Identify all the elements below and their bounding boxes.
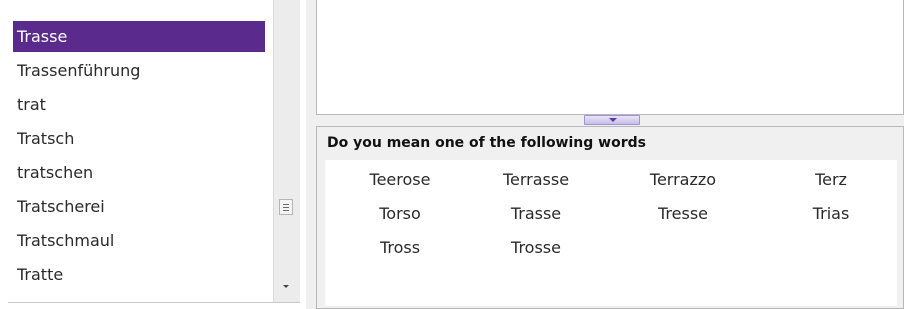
definition-pane: [316, 0, 904, 115]
word-list-item[interactable]: Tratte: [13, 259, 265, 290]
splitter-collapse-arrow-icon: [609, 118, 617, 122]
suggestion-word[interactable]: Teerose: [335, 167, 465, 193]
word-list-item[interactable]: Trasse: [13, 21, 265, 52]
word-list[interactable]: Trasse Trassenführung trat Tratsch trats…: [8, 0, 269, 302]
word-list-scrollbar[interactable]: [273, 0, 300, 302]
suggestion-grid: Teerose Terrasse Terrazzo Terz Torso Tra…: [325, 160, 897, 306]
suggestion-word[interactable]: Trasse: [471, 201, 601, 227]
suggestion-word[interactable]: Trosse: [471, 235, 601, 261]
word-list-item[interactable]: Trassenführung: [13, 55, 265, 86]
suggestion-word[interactable]: Tresse: [618, 201, 748, 227]
suggestion-word[interactable]: Terz: [766, 167, 896, 193]
word-list-item[interactable]: tratschen: [13, 157, 265, 188]
word-list-item[interactable]: trat: [13, 89, 265, 120]
suggestion-word[interactable]: Terrasse: [471, 167, 601, 193]
suggestion-word[interactable]: Terrazzo: [618, 167, 748, 193]
suggestion-panel: Do you mean one of the following words T…: [316, 126, 904, 309]
splitter-toggle-button[interactable]: [584, 115, 640, 125]
suggestion-title: Do you mean one of the following words: [327, 135, 646, 151]
suggestion-word[interactable]: Trias: [766, 201, 896, 227]
word-list-item[interactable]: Tratschmaul: [13, 225, 265, 256]
word-list-item[interactable]: Tratscherei: [13, 191, 265, 222]
word-list-divider: [8, 302, 300, 303]
scroll-down-arrow-icon[interactable]: [283, 285, 289, 288]
suggestion-word[interactable]: Tross: [335, 235, 465, 261]
word-list-item[interactable]: Tratsch: [13, 123, 265, 154]
scrollbar-grip-icon[interactable]: [279, 199, 293, 215]
suggestion-word[interactable]: Torso: [335, 201, 465, 227]
